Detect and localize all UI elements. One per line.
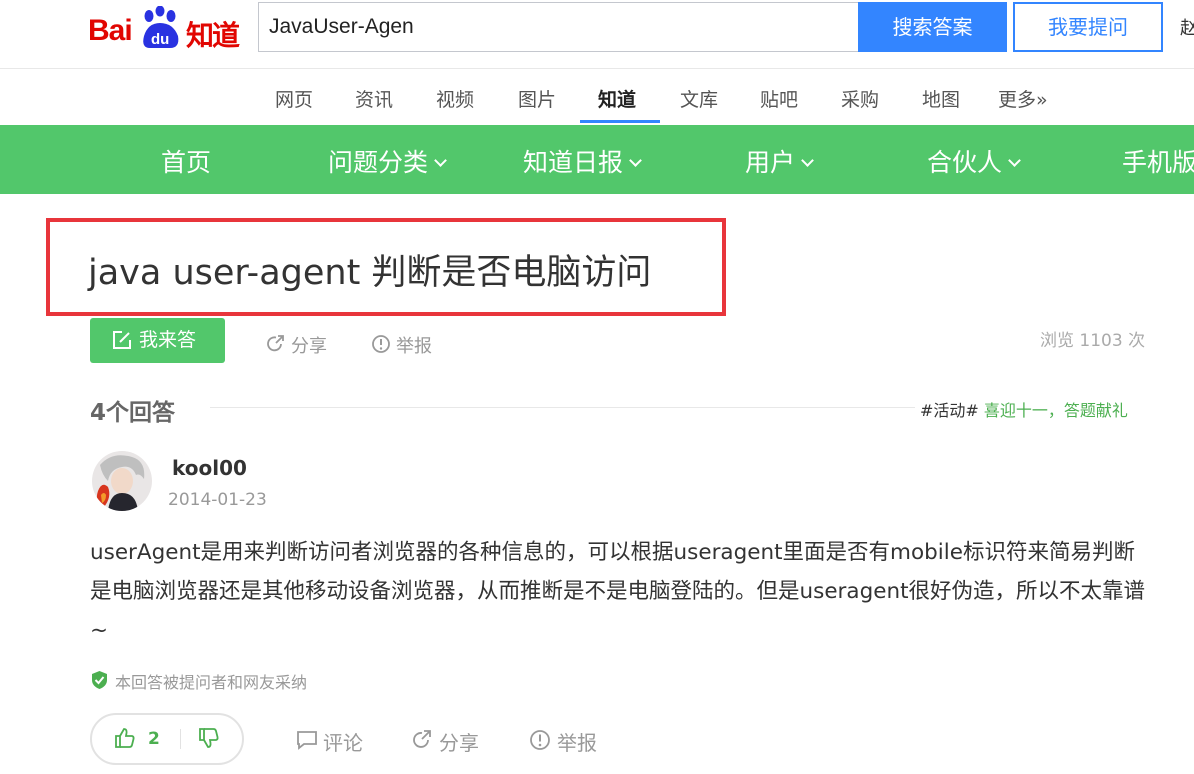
chevron-down-icon <box>1008 154 1021 167</box>
menu-users-label: 用户 <box>745 148 796 177</box>
share-answer-label: 分享 <box>439 731 479 755</box>
menu-home[interactable]: 首页 <box>161 143 211 179</box>
chevron-down-icon <box>629 154 642 167</box>
vote-separator <box>180 729 181 749</box>
thumbs-up-icon[interactable] <box>114 727 136 749</box>
thumbs-down-icon[interactable] <box>198 727 220 749</box>
report-icon <box>372 335 390 353</box>
chevron-down-icon <box>434 154 447 167</box>
report-answer-label: 举报 <box>557 731 597 755</box>
menu-categories-label: 问题分类 <box>328 148 429 177</box>
question-title: java user-agent 判断是否电脑访问 <box>88 253 652 293</box>
vote-control: 2 <box>90 713 244 765</box>
avatar-image <box>92 451 152 511</box>
menu-partners[interactable]: 合伙人 <box>927 143 1021 179</box>
share-icon <box>267 335 284 352</box>
nav-web[interactable]: 网页 <box>275 85 313 112</box>
share-question-button[interactable]: 分享 <box>266 332 336 357</box>
nav-map[interactable]: 地图 <box>922 85 960 112</box>
logo-du-text: du <box>151 31 169 48</box>
baidu-paw-icon: du <box>143 6 179 48</box>
menu-mobile-label: 手机版 <box>1122 148 1194 177</box>
edit-icon <box>113 331 131 349</box>
menu-daily-label: 知道日报 <box>523 148 624 177</box>
product-nav: 网页 资讯 视频 图片 知道 文库 贴吧 采购 地图 更多» <box>0 70 1194 125</box>
like-count: 2 <box>148 729 160 749</box>
answer-date: 2014-01-23 <box>168 490 267 510</box>
section-divider <box>210 407 915 408</box>
menu-daily[interactable]: 知道日报 <box>523 143 642 179</box>
nav-wenku[interactable]: 文库 <box>680 85 718 112</box>
search-answer-button[interactable]: 搜索答案 <box>858 2 1007 52</box>
user-name-link[interactable]: 赵 <box>1180 14 1194 40</box>
answer-text: userAgent是用来判断访问者浏览器的各种信息的，可以根据useragent… <box>90 540 1146 643</box>
promo-tag: #活动# <box>920 401 979 420</box>
report-icon <box>530 730 550 750</box>
menu-home-label: 首页 <box>161 148 212 177</box>
view-count: 浏览 1103 次 <box>1040 331 1146 351</box>
logo-zhidao-text: 知道 <box>186 19 240 52</box>
adopted-label: 本回答被提问者和网友采纳 <box>115 673 308 692</box>
nav-active-underline <box>580 120 660 123</box>
nav-images[interactable]: 图片 <box>518 85 556 112</box>
report-question-button[interactable]: 举报 <box>371 332 441 357</box>
avatar[interactable] <box>92 451 152 511</box>
zhidao-menu-bar: 首页 问题分类 知道日报 用户 合伙人 手机版 <box>0 125 1194 194</box>
nav-purchase[interactable]: 采购 <box>841 85 879 112</box>
top-header: Bai du 知道 JavaUser-Agen 搜索答案 我要提问 赵 <box>0 0 1194 69</box>
share-answer-button[interactable]: 分享 <box>411 727 491 755</box>
share-icon <box>413 730 431 748</box>
ask-question-button[interactable]: 我要提问 <box>1013 2 1163 52</box>
baidu-zhidao-logo[interactable]: Bai du 知道 <box>88 6 248 52</box>
nav-video[interactable]: 视频 <box>436 85 474 112</box>
report-answer-button[interactable]: 举报 <box>529 727 609 755</box>
share-label: 分享 <box>291 336 327 357</box>
adopted-note: 本回答被提问者和网友采纳 <box>90 669 350 692</box>
shield-check-icon <box>92 671 107 689</box>
menu-mobile[interactable]: 手机版 <box>1122 143 1194 179</box>
menu-users[interactable]: 用户 <box>745 143 814 179</box>
logo-bai-text: Bai <box>88 14 133 47</box>
chevron-down-icon <box>801 154 814 167</box>
promo-text: 喜迎十一，答题献礼 <box>983 401 1128 420</box>
promo-link[interactable]: #活动# 喜迎十一，答题献礼 <box>920 397 1128 421</box>
answer-button-label: 我来答 <box>139 329 197 351</box>
nav-zhidao[interactable]: 知道 <box>598 85 636 112</box>
menu-partners-label: 合伙人 <box>927 148 1003 177</box>
answer-button[interactable]: 我来答 <box>90 318 225 363</box>
menu-categories[interactable]: 问题分类 <box>328 143 447 179</box>
search-input[interactable]: JavaUser-Agen <box>258 2 858 52</box>
comment-button[interactable]: 评论 <box>295 727 375 755</box>
answer-count: 4个回答 <box>90 400 176 426</box>
nav-more[interactable]: 更多» <box>998 85 1048 112</box>
comment-icon <box>297 731 317 750</box>
answer-username[interactable]: kool00 <box>172 456 247 480</box>
nav-news[interactable]: 资讯 <box>355 85 393 112</box>
nav-tieba[interactable]: 贴吧 <box>760 85 798 112</box>
comment-label: 评论 <box>323 731 363 755</box>
report-label: 举报 <box>396 336 432 357</box>
